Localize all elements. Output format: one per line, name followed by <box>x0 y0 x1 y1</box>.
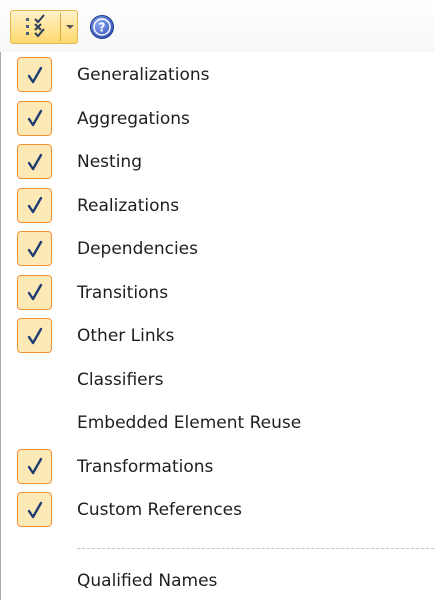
check-box <box>17 231 52 266</box>
help-button[interactable]: ? <box>88 13 116 41</box>
checklist-split-button <box>10 10 78 44</box>
menu-item-qualified-names[interactable]: Qualified Names <box>1 560 434 600</box>
chevron-down-icon <box>65 25 74 29</box>
menu-item-generalizations[interactable]: Generalizations <box>1 54 434 97</box>
check-box <box>17 144 52 179</box>
menu-item-other-links[interactable]: Other Links <box>1 315 434 358</box>
menu-item-label: Qualified Names <box>77 571 218 591</box>
check-box <box>17 274 52 310</box>
menu-item-embedded-element-reuse[interactable]: Embedded Element Reuse <box>1 402 434 445</box>
checkmark-icon <box>27 457 42 475</box>
checklist-button[interactable] <box>11 11 60 43</box>
menu-item-transitions[interactable]: Transitions <box>1 272 434 315</box>
check-box <box>17 448 52 484</box>
help-icon: ? <box>90 15 114 39</box>
menu-item-custom-references[interactable]: Custom References <box>1 489 434 532</box>
menu-item-aggregations[interactable]: Aggregations <box>1 98 434 141</box>
menu-item-realizations[interactable]: Realizations <box>1 185 434 228</box>
check-box <box>17 187 52 223</box>
menu-separator <box>77 548 434 549</box>
checkmark-icon <box>27 501 42 518</box>
menu-item-label: Embedded Element Reuse <box>77 413 302 433</box>
menu-item-label: Nesting <box>77 152 142 172</box>
menu-item-label: Aggregations <box>77 108 190 129</box>
check-box <box>17 318 52 353</box>
menu-item-label: Generalizations <box>77 65 210 85</box>
menu-item-label: Dependencies <box>77 239 198 259</box>
checkmark-icon <box>27 240 42 257</box>
menu-item-label: Transformations <box>77 456 214 477</box>
checkmark-icon <box>27 327 42 344</box>
checkmark-icon <box>27 153 42 170</box>
checkmark-icon <box>27 283 42 301</box>
check-box <box>17 100 52 136</box>
menu-item-label: Other Links <box>77 326 175 346</box>
menu-item-label: Realizations <box>77 195 180 216</box>
menu-item-label: Custom References <box>77 500 242 520</box>
toolbar: ? <box>0 0 434 53</box>
check-box <box>17 492 52 527</box>
dropdown-menu: Generalizations Aggregations Nesting Realiz… <box>0 52 434 600</box>
checkmark-icon <box>27 196 42 214</box>
menu-item-transformations[interactable]: Transformations <box>1 446 434 489</box>
menu-item-dependencies[interactable]: Dependencies <box>1 228 434 271</box>
page: ? Generalizations Aggregations Nesting Real… <box>0 0 434 600</box>
checkmark-icon <box>27 66 42 83</box>
checklist-icon <box>25 14 45 38</box>
checkmark-icon <box>27 109 42 127</box>
menu-item-label: Transitions <box>77 282 169 303</box>
checklist-dropdown-button[interactable] <box>61 11 78 43</box>
svg-text:?: ? <box>99 21 106 35</box>
check-box <box>17 57 52 92</box>
menu-item-nesting[interactable]: Nesting <box>1 141 434 184</box>
menu-item-classifiers[interactable]: Classifiers <box>1 359 434 402</box>
menu-item-label: Classifiers <box>77 369 164 390</box>
